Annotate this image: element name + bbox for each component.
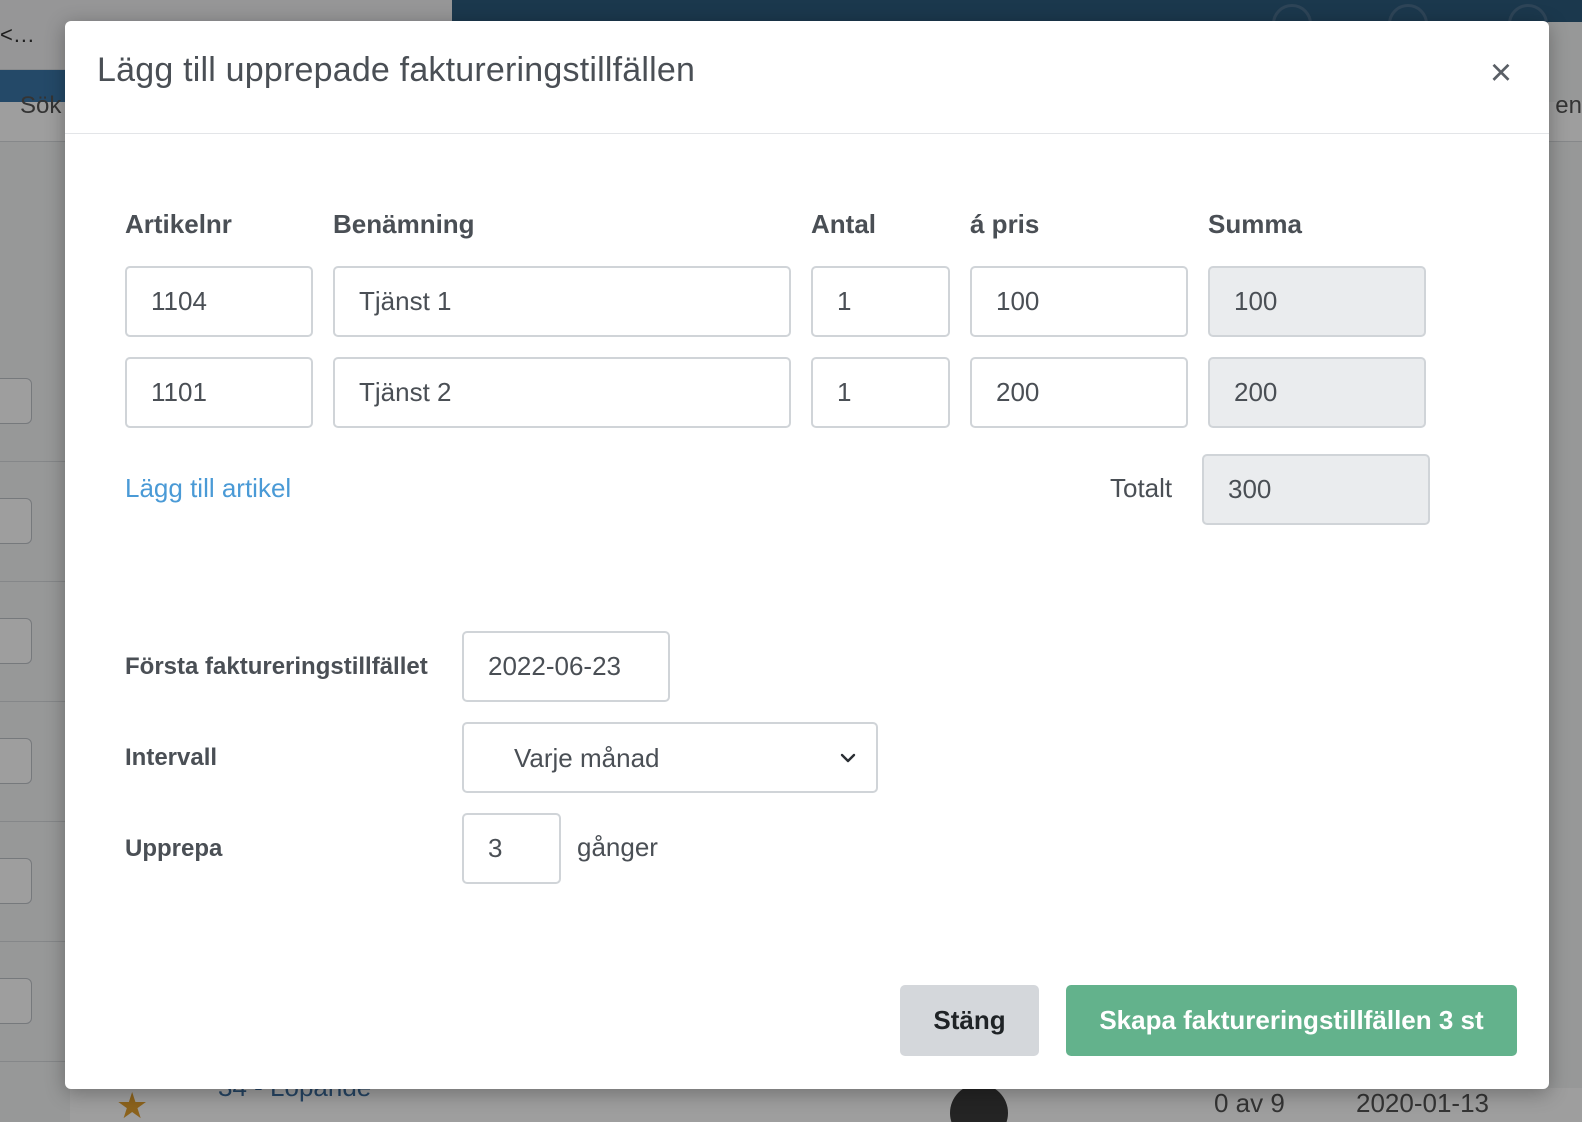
- quantity-input[interactable]: [811, 266, 950, 337]
- modal-header: Lägg till upprepade faktureringstillfäll…: [65, 21, 1549, 134]
- add-article-link[interactable]: Lägg till artikel: [125, 473, 291, 504]
- first-date-label: Första faktureringstillfället: [125, 653, 428, 680]
- first-date-input[interactable]: [462, 631, 670, 702]
- column-header-unit-price: á pris: [970, 209, 1040, 239]
- create-invoices-button[interactable]: Skapa faktureringstillfällen 3 st: [1066, 985, 1517, 1056]
- column-header-sum: Summa: [1208, 209, 1302, 239]
- interval-select[interactable]: Varje månad: [462, 722, 878, 793]
- close-icon[interactable]: ×: [1483, 54, 1519, 92]
- row-sum-field: [1208, 266, 1426, 337]
- interval-selected-value: Varje månad: [514, 743, 660, 773]
- recurring-invoice-dialog: Lägg till upprepade faktureringstillfäll…: [65, 21, 1549, 1089]
- article-no-input[interactable]: [125, 357, 313, 428]
- unit-price-input[interactable]: [970, 266, 1188, 337]
- column-header-article-no: Artikelnr: [125, 209, 232, 239]
- article-name-input[interactable]: [333, 357, 791, 428]
- column-header-quantity: Antal: [811, 209, 876, 239]
- modal-title: Lägg till upprepade faktureringstillfäll…: [97, 51, 696, 89]
- chevron-down-icon: [840, 753, 856, 763]
- unit-price-input[interactable]: [970, 357, 1188, 428]
- row-sum-field: [1208, 357, 1426, 428]
- close-button[interactable]: Stäng: [900, 985, 1039, 1056]
- total-label: Totalt: [1110, 473, 1173, 503]
- repeat-label: Upprepa: [125, 835, 223, 862]
- quantity-input[interactable]: [811, 357, 950, 428]
- interval-label: Intervall: [125, 744, 218, 771]
- repeat-unit-label: gånger: [577, 832, 658, 862]
- column-header-name: Benämning: [333, 209, 475, 239]
- article-no-input[interactable]: [125, 266, 313, 337]
- repeat-count-input[interactable]: [462, 813, 561, 884]
- total-field: [1202, 454, 1430, 525]
- article-name-input[interactable]: [333, 266, 791, 337]
